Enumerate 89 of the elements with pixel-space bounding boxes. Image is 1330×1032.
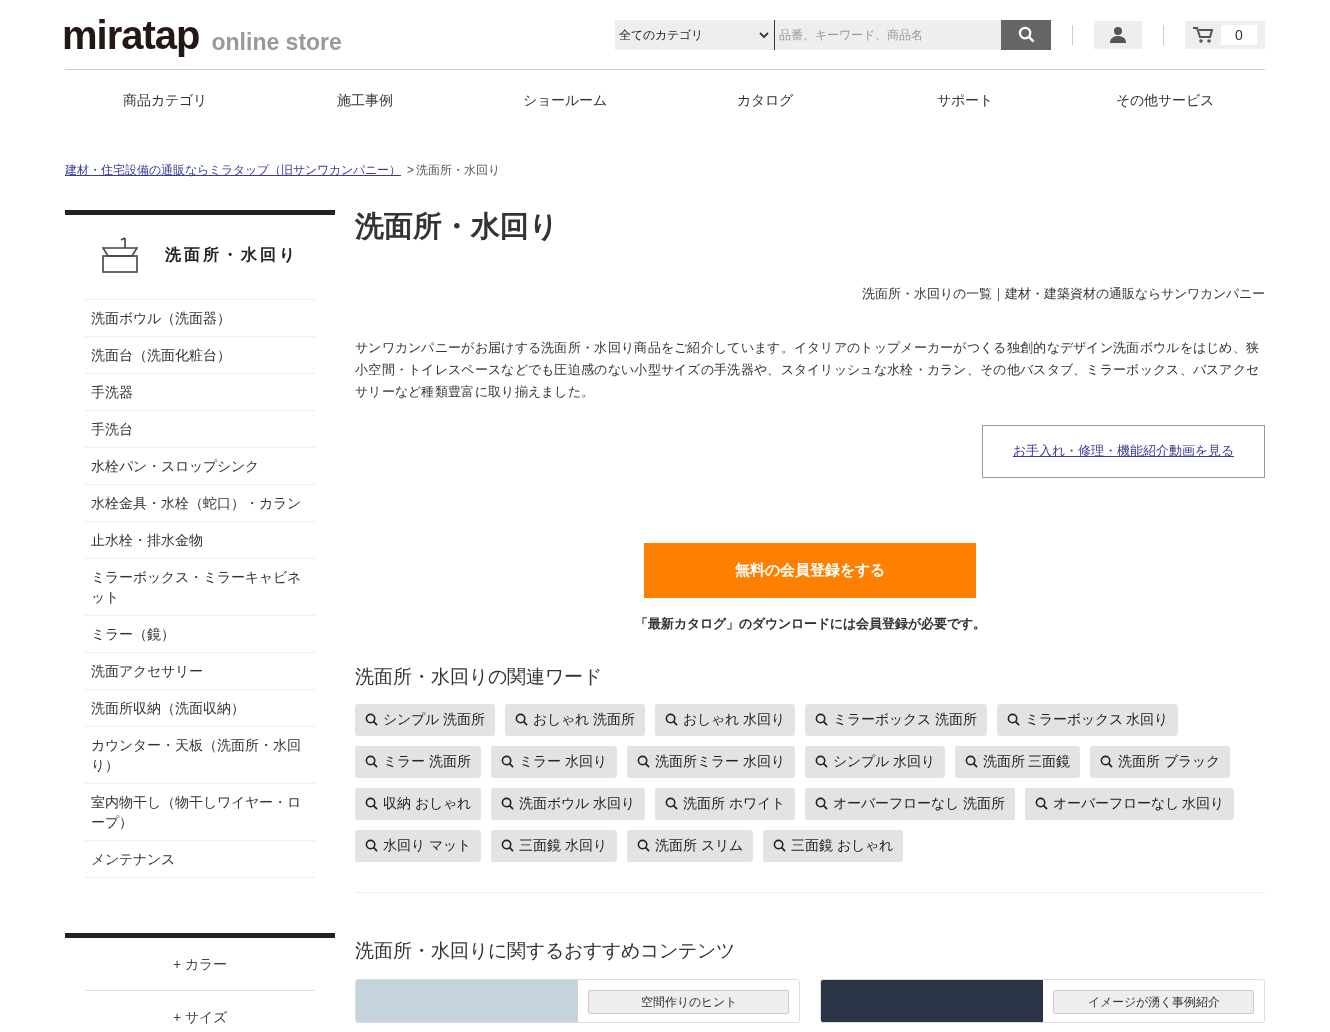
related-word-tag[interactable]: ミラーボックス 水回り	[996, 703, 1179, 736]
search-icon	[772, 839, 786, 852]
related-word-tag[interactable]: おしゃれ 水回り	[654, 703, 795, 736]
content-card[interactable]: イメージが湧く事例紹介	[820, 979, 1265, 1023]
nav-link[interactable]: カタログ	[737, 89, 793, 111]
washbasin-icon	[101, 235, 139, 274]
card-label: イメージが湧く事例紹介	[1053, 990, 1254, 1014]
related-word-tag[interactable]: 洗面所ミラー 水回り	[626, 745, 795, 778]
search-icon	[365, 797, 378, 810]
category-select[interactable]: 全てのカテゴリ	[615, 19, 775, 50]
sidebar-item[interactable]: 手洗台	[91, 419, 309, 439]
related-word-tag[interactable]: 三面鏡 おしゃれ	[762, 829, 903, 862]
breadcrumb-current: 洗面所・水回り	[416, 162, 500, 179]
search-icon	[514, 713, 528, 726]
page-subtitle: 洗面所・水回りの一覧｜建材・建築資材の通販ならサンワカンパニー	[861, 285, 1265, 304]
page-title: 洗面所・水回り	[355, 212, 560, 241]
search-icon	[1006, 713, 1020, 726]
search-icon	[1034, 797, 1048, 810]
related-word-tag[interactable]: ミラーボックス 洗面所	[804, 703, 987, 736]
search-icon	[500, 839, 514, 852]
sidebar-item[interactable]: 水栓金具・水栓（蛇口）・カラン	[91, 493, 309, 513]
account-button[interactable]	[1094, 20, 1142, 49]
sidebar-item[interactable]: 洗面アクセサリー	[91, 661, 309, 681]
search-icon	[814, 797, 828, 810]
related-word-tag[interactable]: オーバーフローなし 水回り	[1024, 787, 1235, 820]
sidebar-item[interactable]: 室内物干し（物干しワイヤー・ロープ）	[91, 792, 309, 832]
related-word-tag[interactable]: 洗面ボウル 水回り	[490, 787, 645, 820]
sidebar-item[interactable]: カウンター・天板（洗面所・水回り）	[91, 735, 309, 775]
search-icon	[814, 755, 828, 768]
search-icon	[365, 839, 378, 852]
cart-count: 0	[1221, 24, 1257, 45]
breadcrumb-separator: >	[407, 162, 414, 179]
related-word-tag[interactable]: 洗面所 ホワイト	[654, 787, 795, 820]
search-icon	[1017, 26, 1035, 43]
category-description: サンワカンパニーがお届けする洗面所・水回り商品をご紹介しています。イタリアのトップメーカーがつくる独創的なデザイン洗面ボウルをはじめ、狭小空間・トイレスペースなどでも圧迫感のない小型サイズの手洗器や、スタイリッシュな水栓・カラン、その他バスタブ、ミラーボックス、バスアクセサリーなど種類豊富に取り揃えました。	[355, 338, 1261, 401]
related-word-tag[interactable]: 洗面所 スリム	[626, 829, 753, 862]
related-word-tag[interactable]: 水回り マット	[355, 829, 481, 862]
search-button[interactable]	[1001, 19, 1051, 50]
sidebar-item[interactable]: 洗面台（洗面化粧台）	[91, 345, 309, 365]
related-word-tag[interactable]: オーバーフローなし 洗面所	[804, 787, 1015, 820]
search-icon	[814, 713, 828, 726]
sidebar-item[interactable]: 洗面所収納（洗面収納）	[91, 698, 309, 718]
filter-toggle[interactable]: + サイズ	[85, 991, 315, 1032]
logo-wordmark[interactable]: miratap	[62, 14, 200, 55]
search-icon	[636, 839, 650, 852]
related-word-tag[interactable]: シンプル 洗面所	[355, 703, 495, 736]
search-icon	[664, 797, 678, 810]
search-icon	[500, 755, 514, 768]
cart-button[interactable]: 0	[1185, 20, 1265, 49]
search-icon	[1100, 755, 1114, 768]
sidebar-item[interactable]: ミラーボックス・ミラーキャビネット	[91, 567, 309, 607]
logo-tagline: online store	[211, 30, 342, 55]
search-icon	[365, 755, 378, 768]
search-icon	[636, 755, 650, 768]
sidebar-title: 洗面所・水回り	[165, 244, 298, 265]
section-heading: 洗面所・水回りに関するおすすめコンテンツ	[355, 938, 736, 963]
search-icon	[500, 797, 514, 810]
content-card[interactable]: 空間作りのヒント	[355, 979, 800, 1023]
card-label: 空間作りのヒント	[588, 990, 789, 1014]
search-icon	[365, 713, 378, 726]
related-word-tag[interactable]: 収納 おしゃれ	[355, 787, 481, 820]
person-icon	[1109, 25, 1127, 44]
nav-link[interactable]: サポート	[937, 89, 993, 111]
related-word-tag[interactable]: おしゃれ 洗面所	[504, 703, 645, 736]
search-icon	[964, 755, 978, 768]
sidebar-item[interactable]: ミラー（鏡）	[91, 624, 309, 644]
search-field[interactable]: 品番、キーワード、商品名	[775, 19, 1001, 50]
related-word-tag[interactable]: ミラー 水回り	[490, 745, 617, 778]
section-heading: 洗面所・水回りの関連ワード	[355, 665, 603, 689]
cart-icon	[1193, 25, 1213, 44]
nav-link[interactable]: その他サービス	[1116, 89, 1214, 111]
related-word-tag[interactable]: 三面鏡 水回り	[490, 829, 617, 862]
video-link[interactable]: お手入れ・修理・機能紹介動画を見る	[982, 424, 1265, 478]
search-icon	[664, 713, 678, 726]
sidebar-item[interactable]: 洗面ボウル（洗面器）	[91, 308, 309, 328]
nav-link[interactable]: 施工事例	[337, 89, 393, 111]
sidebar-item[interactable]: メンテナンス	[91, 849, 309, 869]
related-word-tag[interactable]: ミラー 洗面所	[355, 745, 481, 778]
related-word-tag[interactable]: 洗面所 ブラック	[1090, 745, 1231, 778]
nav-link[interactable]: ショールーム	[523, 89, 607, 111]
breadcrumb-link[interactable]: 建材・住宅設備の通販ならミラタップ（旧サンワカンパニー）	[65, 161, 401, 179]
related-word-tag[interactable]: 洗面所 三面鏡	[954, 745, 1081, 778]
related-word-tag[interactable]: シンプル 水回り	[804, 745, 945, 778]
sidebar-item[interactable]: 手洗器	[91, 382, 309, 402]
sidebar-item[interactable]: 止水栓・排水金物	[91, 530, 309, 550]
register-note: 「最新カタログ」のダウンロードには会員登録が必要です。	[634, 614, 986, 633]
sidebar-item[interactable]: 水栓パン・スロップシンク	[91, 456, 309, 476]
nav-link[interactable]: 商品カテゴリ	[123, 89, 207, 111]
filter-toggle[interactable]: + カラー	[85, 938, 315, 991]
